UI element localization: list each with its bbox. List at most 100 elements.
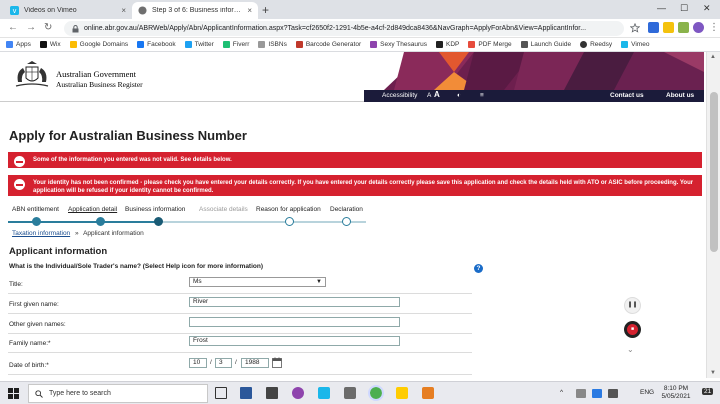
- contact-us-link[interactable]: Contact us: [610, 92, 644, 99]
- org-subname: Australian Business Register: [56, 80, 143, 89]
- bookmark-vimeo[interactable]: Vimeo: [621, 41, 649, 48]
- new-tab-button[interactable]: +: [262, 3, 269, 17]
- page-icon: [258, 41, 266, 48]
- step-abn-entitlement[interactable]: ABN entitlement: [12, 206, 59, 213]
- profile-avatar[interactable]: [693, 22, 704, 33]
- maximize-button[interactable]: ☐: [680, 3, 688, 14]
- fiverr-icon: [222, 41, 230, 48]
- tab-title: Videos on Vimeo: [24, 7, 77, 14]
- tray-app-icon[interactable]: [576, 389, 586, 398]
- star-bookmark-icon[interactable]: [630, 23, 640, 33]
- bookmark-isbns[interactable]: ISBNs: [258, 41, 287, 48]
- bookmark-fiverr[interactable]: Fiverr: [222, 41, 249, 48]
- scroll-down-icon[interactable]: ▼: [710, 370, 716, 376]
- app-icon[interactable]: [396, 387, 408, 399]
- close-window-button[interactable]: ✕: [703, 3, 711, 14]
- contrast-icon[interactable]: ◐: [457, 92, 461, 99]
- text-size-large-button[interactable]: A: [434, 90, 440, 99]
- main-content: Apply for Australian Business Number Som…: [0, 102, 706, 378]
- stop-icon: ■: [627, 324, 638, 335]
- scroll-up-icon[interactable]: ▲: [710, 54, 716, 60]
- step-pending-dot: [285, 217, 294, 226]
- word-icon[interactable]: [240, 387, 252, 399]
- step-associate-details: Associate details: [199, 206, 248, 213]
- record-stop-button[interactable]: ■: [624, 321, 641, 338]
- other-names-label: Other given names:: [9, 321, 66, 328]
- tray-app-icon[interactable]: [592, 389, 602, 398]
- taskbar-clock[interactable]: 8:10 PM 5/05/2021: [656, 385, 696, 401]
- dob-separator: /: [235, 359, 237, 366]
- language-indicator[interactable]: ENG: [640, 389, 654, 396]
- breadcrumb-taxation-link[interactable]: Taxation information: [12, 230, 70, 237]
- tab-vimeo[interactable]: v Videos on Vimeo ×: [4, 2, 132, 19]
- bookmark-apps[interactable]: Apps: [6, 41, 31, 48]
- text-size-small-button[interactable]: A: [427, 92, 431, 99]
- tab-close-icon[interactable]: ×: [247, 6, 252, 15]
- title-select[interactable]: Ms ▼: [189, 277, 326, 287]
- bookmark-reedsy[interactable]: Reedsy: [580, 41, 612, 48]
- search-placeholder: Type here to search: [49, 390, 111, 397]
- step-business-information: Business information: [125, 206, 186, 213]
- step-application-detail[interactable]: Application detail: [68, 206, 117, 213]
- bookmark-pdf-merge[interactable]: PDF Merge: [468, 41, 512, 48]
- extension-icon[interactable]: [663, 22, 674, 33]
- thesaurus-icon: [370, 41, 378, 48]
- task-view-icon[interactable]: [215, 387, 227, 399]
- browser-menu-icon[interactable]: ⋮: [709, 22, 719, 33]
- tray-expand-icon[interactable]: ^: [560, 389, 563, 396]
- coat-of-arms-icon: [15, 61, 49, 87]
- scrollbar-thumb[interactable]: [710, 92, 718, 252]
- notifications-badge[interactable]: 21: [702, 388, 714, 395]
- minimize-button[interactable]: —: [657, 3, 666, 13]
- extension-icon[interactable]: [648, 22, 659, 33]
- section-title: Applicant information: [9, 246, 108, 257]
- reload-button[interactable]: ↻: [44, 22, 52, 33]
- calendar-icon[interactable]: [272, 357, 282, 368]
- app-icon[interactable]: [344, 387, 356, 399]
- dob-month-input[interactable]: 3: [215, 358, 232, 368]
- form-row-dob: Date of birth:* 10 / 3 / 1988: [8, 355, 472, 375]
- twitter-icon: [184, 41, 192, 48]
- family-name-input[interactable]: Frost: [189, 336, 400, 346]
- page-scrollbar[interactable]: ▲ ▼: [706, 52, 720, 378]
- url-bar[interactable]: online.abr.gov.au/ABRWeb/Apply/Abn/Appli…: [64, 21, 624, 36]
- about-us-link[interactable]: About us: [666, 92, 694, 99]
- page-favicon-icon: [138, 6, 147, 15]
- bookmark-thesaurus[interactable]: Sexy Thesaurus: [370, 41, 427, 48]
- other-names-input[interactable]: [189, 317, 400, 327]
- forward-button[interactable]: →: [26, 22, 36, 33]
- accessibility-link[interactable]: Accessibility: [382, 92, 417, 99]
- back-button[interactable]: ←: [8, 22, 18, 33]
- chrome-icon[interactable]: [368, 385, 384, 401]
- taskbar-search[interactable]: Type here to search: [28, 384, 208, 403]
- tab-abr-step3[interactable]: Step 3 of 6: Business information ×: [132, 2, 258, 19]
- bookmark-kdp[interactable]: KDP: [435, 41, 459, 48]
- identity-error-banner: Your identity has not been confirmed - p…: [8, 175, 702, 196]
- form-row-title: Title: Ms ▼: [8, 274, 472, 294]
- menu-icon[interactable]: ≡: [480, 92, 484, 99]
- explorer-icon[interactable]: [266, 387, 278, 399]
- bookmark-barcode[interactable]: Barcode Generator: [295, 41, 361, 48]
- help-icon[interactable]: ?: [474, 264, 483, 273]
- messenger-icon[interactable]: [292, 387, 304, 399]
- tab-close-icon[interactable]: ×: [121, 6, 126, 15]
- more-chevron-icon[interactable]: ⌄: [627, 345, 634, 354]
- breadcrumb-current: Applicant information: [83, 230, 144, 237]
- volume-icon[interactable]: [608, 389, 618, 398]
- bookmark-launch-guide[interactable]: Launch Guide: [520, 41, 571, 48]
- bookmark-twitter[interactable]: Twitter: [184, 41, 214, 48]
- bookmark-facebook[interactable]: Facebook: [137, 41, 176, 48]
- pause-button[interactable]: ❚❚: [624, 297, 641, 314]
- dob-day-input[interactable]: 10: [189, 358, 207, 368]
- app-icon[interactable]: [318, 387, 330, 399]
- facebook-icon: [137, 41, 145, 48]
- bookmark-wix[interactable]: Wix: [39, 41, 61, 48]
- dob-year-input[interactable]: 1988: [241, 358, 269, 368]
- form-row-other-names: Other given names:: [8, 314, 472, 334]
- app-icon[interactable]: [422, 387, 434, 399]
- browser-tabstrip: v Videos on Vimeo × Step 3 of 6: Busines…: [0, 0, 720, 19]
- bookmark-google-domains[interactable]: Google Domains: [69, 41, 128, 48]
- windows-start-icon[interactable]: [8, 388, 19, 399]
- extension-icon[interactable]: [678, 22, 689, 33]
- first-name-input[interactable]: River: [189, 297, 400, 307]
